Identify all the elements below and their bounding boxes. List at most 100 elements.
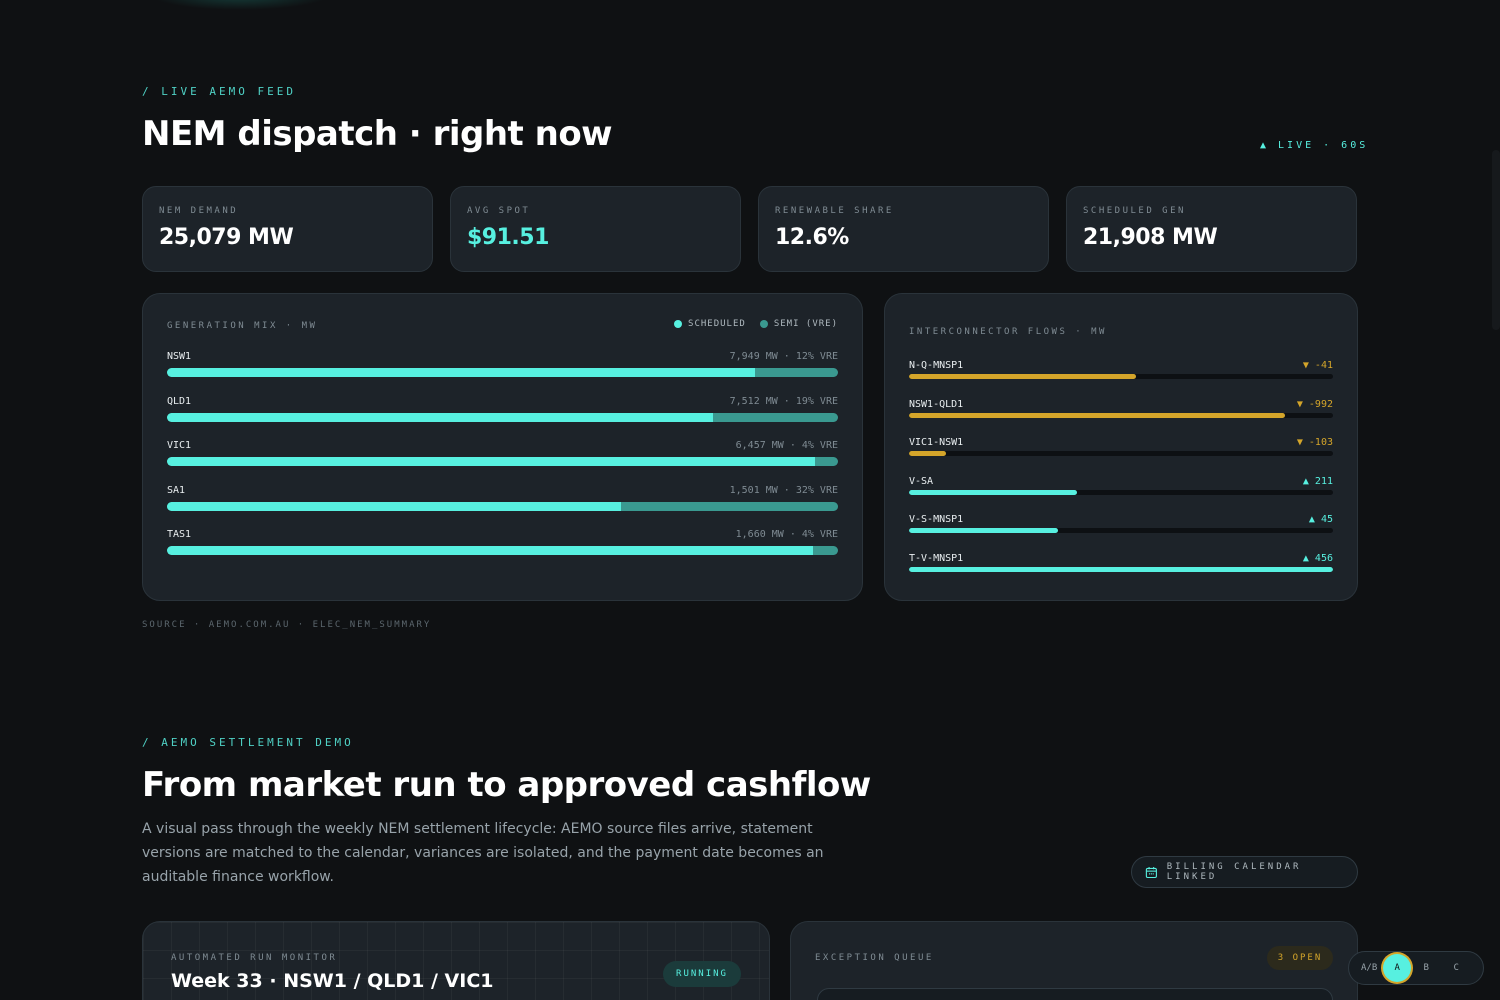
kpi-value: 21,908 MW [1083, 225, 1218, 250]
interconnector-name: N-Q-MNSP1 [909, 360, 964, 371]
kpi-nem-demand: NEM DEMAND 25,079 MW [142, 186, 433, 272]
interconnector-row-n-q-mnsp1: N-Q-MNSP1 ▼ -41 [909, 360, 1333, 390]
mix-bar-track [167, 501, 838, 511]
mix-bar-track [167, 546, 838, 555]
kpi-avg-spot: AVG SPOT $91.51 [450, 186, 741, 272]
exception-queue-panel: EXCEPTION QUEUE 3 OPEN [790, 921, 1358, 1000]
variant-a-option[interactable]: A [1383, 954, 1412, 982]
mix-row-nsw1: NSW1 7,949 MW · 12% VRE [167, 351, 838, 391]
interconnector-row-v-s-mnsp1: V-S-MNSP1 ▲ 45 [909, 514, 1333, 544]
generation-mix-panel: GENERATION MIX · MW SCHEDULED SEMI (VRE)… [142, 293, 863, 601]
interconnector-title: INTERCONNECTOR FLOWS · MW [909, 327, 1107, 337]
kpi-label: RENEWABLE SHARE [775, 206, 894, 216]
region-name: QLD1 [167, 395, 192, 407]
mix-row-qld1: QLD1 7,512 MW · 19% VRE [167, 396, 838, 436]
run-monitor-panel: AUTOMATED RUN MONITOR Week 33 · NSW1 / Q… [142, 921, 770, 1000]
run-monitor-label: AUTOMATED RUN MONITOR [171, 953, 338, 963]
live-section-title: NEM dispatch · right now [142, 114, 613, 154]
exception-item[interactable] [817, 988, 1333, 1000]
flow-fill [909, 412, 1286, 418]
legend-scheduled: SCHEDULED [674, 319, 746, 329]
kpi-value: $91.51 [467, 225, 549, 250]
scheduled-fill [167, 457, 816, 466]
kpi-label: SCHEDULED GEN [1083, 206, 1186, 216]
region-stat: 7,512 MW · 19% VRE [729, 395, 838, 407]
region-name: VIC1 [167, 440, 192, 451]
settlement-eyebrow: / AEMO SETTLEMENT DEMO [142, 736, 354, 749]
top-glow [150, 0, 330, 10]
run-week-title: Week 33 · NSW1 / QLD1 / VIC1 [171, 970, 494, 992]
settlement-description: A visual pass through the weekly NEM set… [142, 821, 824, 885]
flow-fill [909, 566, 1333, 572]
interconnector-row-t-v-mnsp1: T-V-MNSP1 ▲ 456 [909, 553, 1333, 583]
flow-fill [909, 374, 1136, 379]
flow-bar-track [909, 528, 1333, 533]
source-note: SOURCE · AEMO.COM.AU · ELEC_NEM_SUMMARY [142, 620, 432, 630]
mix-bar-track [167, 457, 838, 466]
region-stat: 6,457 MW · 4% VRE [735, 440, 838, 451]
interconnector-flow: ▼ -103 [1296, 437, 1333, 448]
kpi-value: 25,079 MW [159, 225, 294, 250]
kpi-value: 12.6% [775, 225, 849, 250]
generation-mix-title: GENERATION MIX · MW [167, 321, 318, 331]
live-feed-eyebrow: / LIVE AEMO FEED [142, 85, 296, 98]
legend-label: SCHEDULED [688, 319, 746, 329]
scheduled-fill [167, 412, 713, 422]
mix-bar-track [167, 368, 838, 377]
billing-calendar-label: BILLING CALENDAR LINKED [1166, 862, 1302, 882]
scrollbar[interactable] [1492, 150, 1500, 330]
kpi-scheduled-gen: SCHEDULED GEN 21,908 MW [1066, 186, 1357, 272]
region-stat: 1,501 MW · 32% VRE [729, 484, 838, 496]
variant-c-option[interactable]: C [1441, 953, 1471, 983]
interconnector-name: V-SA [909, 475, 934, 487]
mix-bar-track [167, 412, 838, 422]
region-name: SA1 [167, 484, 186, 496]
interconnector-flow: ▲ 211 [1302, 475, 1333, 487]
flow-fill [909, 528, 1058, 533]
kpi-label: NEM DEMAND [159, 206, 239, 216]
flow-bar-track [909, 374, 1333, 379]
interconnector-row-v-sa: V-SA ▲ 211 [909, 476, 1333, 506]
scheduled-fill [167, 546, 813, 555]
interconnector-flow: ▼ -992 [1296, 398, 1333, 410]
interconnector-name: V-S-MNSP1 [909, 514, 964, 525]
generation-mix-legend: SCHEDULED SEMI (VRE) [674, 319, 838, 329]
legend-dot [674, 320, 683, 328]
region-stat: 1,660 MW · 4% VRE [735, 529, 838, 540]
mix-row-tas1: TAS1 1,660 MW · 4% VRE [167, 529, 838, 569]
ab-label: A/B [1361, 963, 1378, 973]
flow-bar-track [909, 451, 1333, 456]
flow-fill [909, 489, 1077, 495]
running-status-badge: RUNNING [663, 961, 741, 987]
exception-queue-label: EXCEPTION QUEUE [815, 953, 934, 963]
interconnector-flow: ▼ -41 [1302, 360, 1333, 371]
mix-row-sa1: SA1 1,501 MW · 32% VRE [167, 485, 838, 525]
mix-row-vic1: VIC1 6,457 MW · 4% VRE [167, 440, 838, 480]
flow-bar-track [909, 412, 1333, 418]
calendar-icon [1145, 866, 1157, 878]
ab-variant-switch: A/B A B C [1348, 951, 1484, 985]
region-stat: 7,949 MW · 12% VRE [729, 351, 838, 362]
region-name: TAS1 [167, 529, 192, 540]
legend-semi-vre: SEMI (VRE) [759, 319, 838, 329]
billing-calendar-button[interactable]: BILLING CALENDAR LINKED [1131, 856, 1358, 888]
interconnector-row-vic1-nsw1: VIC1-NSW1 ▼ -103 [909, 437, 1333, 467]
variant-b-option[interactable]: B [1411, 953, 1441, 983]
interconnector-flow: ▲ 45 [1308, 514, 1333, 525]
interconnector-row-nsw1-qld1: NSW1-QLD1 ▼ -992 [909, 399, 1333, 429]
legend-label: SEMI (VRE) [773, 319, 838, 329]
interconnector-name: T-V-MNSP1 [909, 552, 964, 564]
interconnector-panel: INTERCONNECTOR FLOWS · MW N-Q-MNSP1 ▼ -41… [884, 293, 1358, 601]
region-name: NSW1 [167, 351, 192, 362]
interconnector-flow: ▲ 456 [1302, 552, 1333, 564]
interconnector-name: NSW1-QLD1 [909, 398, 964, 410]
live-badge: ▲ LIVE · 60S [1260, 140, 1369, 151]
open-count-badge: 3 OPEN [1267, 946, 1333, 970]
settlement-title: From market run to approved cashflow [142, 765, 871, 805]
scheduled-fill [167, 368, 755, 377]
flow-bar-track [909, 566, 1333, 572]
flow-fill [909, 451, 946, 456]
interconnector-name: VIC1-NSW1 [909, 437, 964, 448]
kpi-label: AVG SPOT [467, 206, 531, 216]
scheduled-fill [167, 501, 622, 511]
